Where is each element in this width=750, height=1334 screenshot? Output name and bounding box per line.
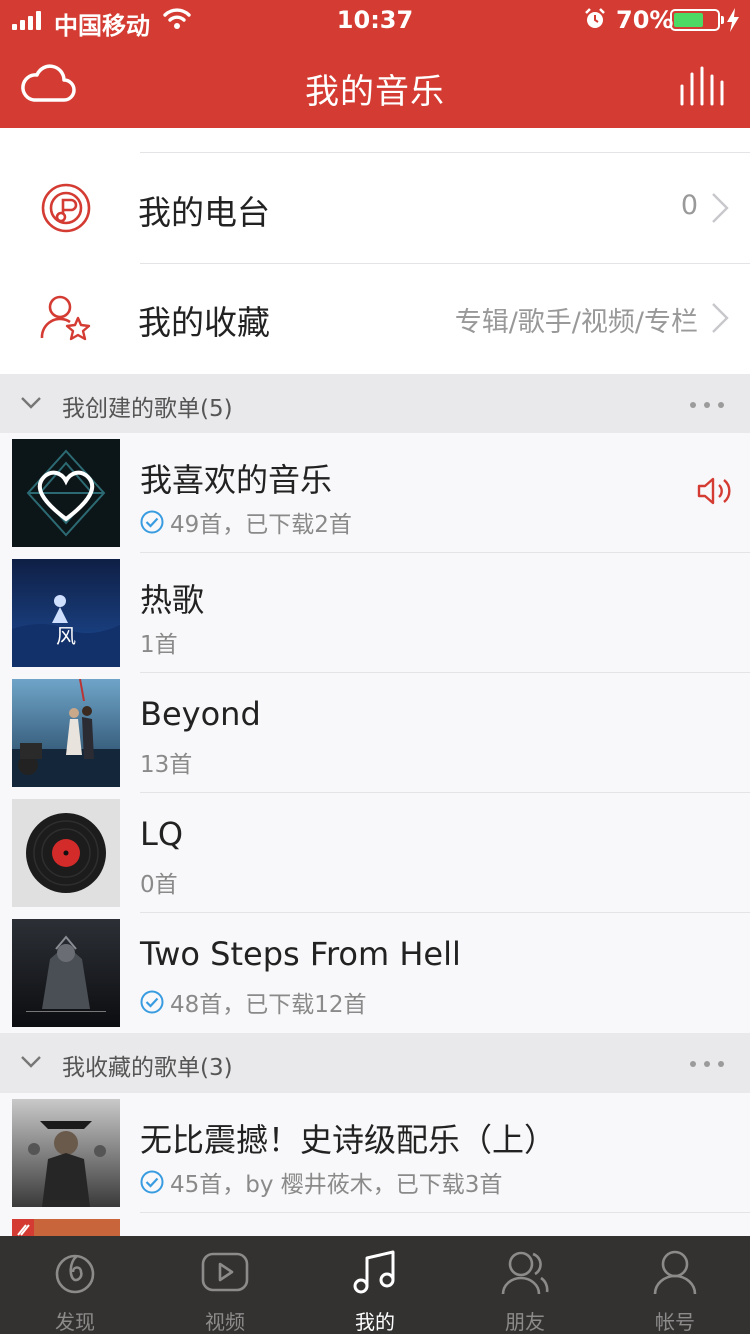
created-playlists-header[interactable]: 我创建的歌单(5) <box>0 374 750 434</box>
tab-label: 发现 <box>55 1310 95 1334</box>
now-playing-speaker-icon <box>697 477 731 505</box>
tab-video[interactable]: 视频 <box>150 1236 300 1334</box>
playlist-item[interactable]: 风 热歌 1首 <box>0 553 750 673</box>
list-top-strip <box>0 128 750 154</box>
battery-icon <box>670 9 724 31</box>
playlist-meta-text: 0首 <box>140 872 178 898</box>
radio-icon <box>41 183 91 233</box>
tab-label: 我的 <box>355 1310 395 1334</box>
playlist-meta: 0首 <box>140 865 178 899</box>
playlist-cover <box>12 799 120 907</box>
playlist-item[interactable]: 我喜欢的音乐 49首，已下载2首 <box>0 433 750 553</box>
chevron-down-icon <box>21 1056 41 1068</box>
user-star-icon <box>40 295 91 341</box>
section-title: 我创建的歌单(5) <box>62 396 233 422</box>
more-icon[interactable] <box>690 402 724 408</box>
playlist-name: Beyond <box>140 695 261 733</box>
playlist-meta-text: 49首，已下载2首 <box>170 512 352 538</box>
nav-bar: 我的音乐 <box>0 40 750 128</box>
playlist-name: 无比震撼！史诗级配乐（上） <box>140 1121 557 1159</box>
tab-label: 朋友 <box>505 1310 545 1334</box>
friends-icon <box>501 1251 549 1295</box>
playlist-cover <box>12 1099 120 1207</box>
chevron-down-icon <box>21 397 41 409</box>
playlist-item[interactable]: Beyond 13首 <box>0 673 750 793</box>
svg-text:风: 风 <box>56 624 76 648</box>
playlist-meta-text: 1首 <box>140 632 178 658</box>
video-icon <box>201 1252 249 1292</box>
tab-friends[interactable]: 朋友 <box>450 1236 600 1334</box>
playlist-item[interactable]: LQ 0首 <box>0 793 750 913</box>
page-title: 我的音乐 <box>305 72 445 112</box>
playlist-name: LQ <box>140 815 184 853</box>
my-radio-label: 我的电台 <box>138 193 270 232</box>
divider <box>140 152 750 153</box>
playlist-cover <box>12 439 120 547</box>
playlist-name: 我喜欢的音乐 <box>140 461 333 499</box>
downloaded-check-icon <box>140 510 164 534</box>
playlist-cover <box>12 919 120 1027</box>
playlist-cover <box>12 679 120 787</box>
chevron-right-icon <box>712 193 729 223</box>
tab-bar: 发现 视频 我的 朋友 帐号 <box>0 1236 750 1334</box>
playlist-meta: 48首，已下载12首 <box>140 985 367 1019</box>
playlist-meta-text: 45首，by 樱井莜木，已下载3首 <box>170 1172 503 1198</box>
tab-discover[interactable]: 发现 <box>0 1236 150 1334</box>
playlist-item[interactable]: Two Steps From Hell 48首，已下载12首 <box>0 913 750 1033</box>
tab-account[interactable]: 帐号 <box>600 1236 750 1334</box>
playlist-cover: 风 <box>12 559 120 667</box>
tab-label: 帐号 <box>655 1310 695 1334</box>
playlist-meta-text: 48首，已下载12首 <box>170 992 367 1018</box>
my-favorites-row[interactable]: 我的收藏 专辑/歌手/视频/专栏 <box>0 264 750 374</box>
playlist-name: 热歌 <box>140 581 205 619</box>
chevron-right-icon <box>712 303 729 333</box>
my-radio-row[interactable]: 我的电台 0 <box>0 154 750 264</box>
playlist-item[interactable] <box>0 1213 750 1236</box>
playlist-cover <box>12 1219 120 1236</box>
my-radio-count: 0 <box>680 190 698 221</box>
top-bar: 中国移动 10:37 70% 我的音乐 <box>0 0 750 128</box>
music-note-icon <box>353 1250 395 1294</box>
downloaded-check-icon <box>140 990 164 1014</box>
charging-icon <box>727 8 739 32</box>
my-favorites-hint: 专辑/歌手/视频/专栏 <box>454 307 698 338</box>
playlist-meta: 1首 <box>140 625 178 659</box>
equalizer-icon[interactable] <box>678 66 726 106</box>
discover-icon <box>55 1254 95 1294</box>
status-bar: 中国移动 10:37 70% <box>0 0 750 40</box>
playlist-name: Two Steps From Hell <box>140 935 461 973</box>
tab-label: 视频 <box>205 1310 245 1334</box>
more-icon[interactable] <box>690 1061 724 1067</box>
my-favorites-label: 我的收藏 <box>138 303 270 342</box>
section-title: 我收藏的歌单(3) <box>62 1055 233 1081</box>
playlist-meta-text: 13首 <box>140 752 193 778</box>
account-icon <box>653 1250 697 1295</box>
downloaded-check-icon <box>140 1170 164 1194</box>
playlist-meta: 45首，by 樱井莜木，已下载3首 <box>140 1165 502 1199</box>
battery-percent: 70% <box>616 6 674 34</box>
alarm-icon <box>585 8 605 28</box>
playlist-meta: 13首 <box>140 745 192 779</box>
playlist-meta: 49首，已下载2首 <box>140 505 352 539</box>
tab-my-music[interactable]: 我的 <box>300 1236 450 1334</box>
collected-playlists-header[interactable]: 我收藏的歌单(3) <box>0 1033 750 1093</box>
playlist-item[interactable]: 无比震撼！史诗级配乐（上） 45首，by 樱井莜木，已下载3首 <box>0 1093 750 1213</box>
